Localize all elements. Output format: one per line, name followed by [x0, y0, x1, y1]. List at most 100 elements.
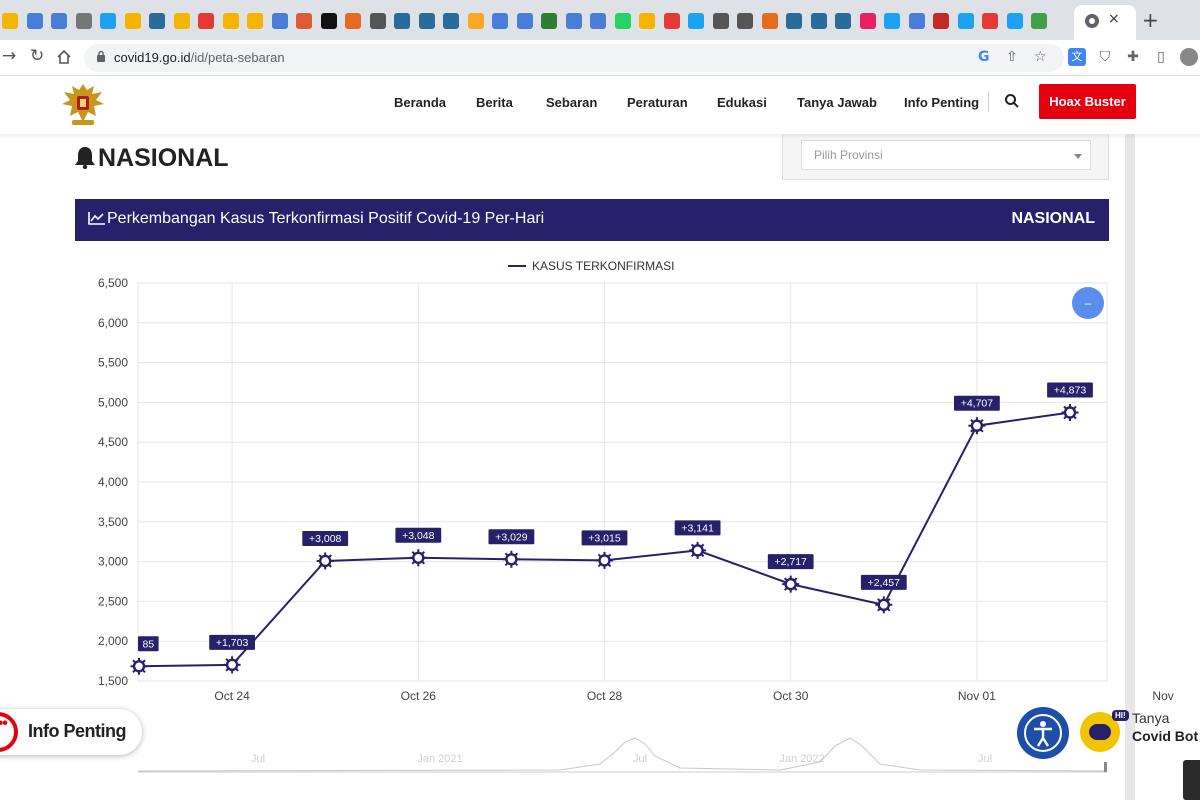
extensions-puzzle-icon[interactable]: ✚ — [1124, 48, 1142, 66]
covid-bot-widget[interactable]: HI! Tanya Covid Bot — [1080, 706, 1200, 760]
tab-favicon-icon[interactable] — [467, 13, 484, 29]
profile-avatar[interactable] — [1180, 48, 1198, 66]
info-dots-icon: ••• — [0, 715, 8, 732]
y-tick-label: 2,000 — [98, 634, 128, 648]
tab-favicon-icon[interactable] — [516, 13, 533, 29]
data-label: +4,707 — [961, 398, 994, 410]
tab-favicon-icon[interactable] — [418, 13, 435, 29]
tab-favicon-icon[interactable] — [957, 13, 974, 29]
side-panel-icon[interactable]: ▯ — [1152, 48, 1170, 66]
tab-favicon-icon[interactable] — [198, 13, 214, 29]
tab-favicon-icon[interactable] — [614, 13, 631, 29]
nav-peraturan[interactable]: Peraturan — [627, 95, 688, 110]
forward-icon[interactable]: → — [2, 46, 16, 66]
tab-favicon-icon[interactable] — [124, 13, 141, 29]
tab-favicon-icon[interactable] — [394, 13, 410, 29]
tab-favicon-icon[interactable] — [296, 13, 312, 29]
tab-favicon-icon[interactable] — [859, 13, 876, 29]
bookmark-star-icon[interactable]: ☆ — [1034, 49, 1047, 65]
tab-favicon-icon[interactable] — [541, 13, 557, 29]
tab-favicon-icon[interactable] — [590, 13, 606, 29]
tab-favicon-icon[interactable] — [884, 13, 900, 29]
x-tick-label: Oct 24 — [214, 689, 250, 703]
tab-favicon-icon[interactable] — [492, 13, 508, 29]
virus-marker-icon[interactable] — [596, 551, 613, 569]
google-lens-icon[interactable]: G — [978, 49, 990, 65]
virus-marker-icon[interactable] — [968, 417, 986, 435]
tab-favicon-icon[interactable] — [565, 13, 582, 29]
tab-favicon-icon[interactable] — [2, 13, 18, 29]
legend-label: KASUS TERKONFIRMASI — [532, 259, 674, 273]
tab-favicon-icon[interactable] — [26, 13, 43, 29]
navigator-tick-label: Jul — [978, 753, 992, 765]
tab-favicon-icon[interactable] — [1031, 13, 1047, 29]
data-label: +3,015 — [588, 532, 621, 544]
search-icon[interactable] — [1004, 93, 1020, 109]
tab-favicon-icon[interactable] — [688, 13, 704, 29]
tab-favicon-icon[interactable] — [51, 13, 67, 29]
shield-extension-icon[interactable]: ⛉ — [1096, 48, 1114, 66]
accessibility-icon[interactable] — [1016, 706, 1070, 760]
nav-info-penting[interactable]: Info Penting — [904, 95, 979, 110]
tab-favicon-icon[interactable] — [639, 13, 655, 29]
data-label: +3,029 — [495, 531, 528, 543]
new-tab-button[interactable]: + — [1142, 8, 1159, 32]
active-tab[interactable] — [1074, 5, 1136, 40]
y-tick-label: 5,000 — [98, 395, 128, 409]
daily-cases-chart: 6,500 6,000 5,500 5,000 4,500 4,000 3,500 3,000… — [98, 259, 1174, 773]
x-tick-label: Oct 28 — [587, 689, 623, 703]
virus-marker-icon[interactable] — [316, 552, 334, 570]
tab-favicon-icon[interactable] — [443, 13, 459, 29]
info-penting-widget[interactable]: ••• Info Penting — [0, 709, 142, 755]
virus-marker-icon[interactable] — [1061, 404, 1079, 422]
navigator-series — [137, 737, 1107, 772]
hoax-buster-button[interactable]: Hoax Buster — [1039, 84, 1136, 119]
home-icon[interactable] — [56, 49, 72, 65]
virus-marker-icon[interactable] — [875, 596, 893, 614]
tab-favicon-icon[interactable] — [100, 13, 116, 29]
data-label: +3,008 — [309, 533, 342, 545]
tab-favicon-icon[interactable] — [369, 13, 386, 29]
tab-favicon-icon[interactable] — [149, 13, 165, 29]
tab-favicon-icon[interactable] — [663, 13, 680, 29]
nav-sebaran[interactable]: Sebaran — [546, 95, 597, 110]
data-label: +2,717 — [774, 556, 807, 568]
garuda-logo[interactable] — [58, 78, 108, 128]
y-tick-label: 6,500 — [98, 276, 128, 290]
y-tick-label: 3,500 — [98, 515, 128, 529]
nav-tanya-jawab[interactable]: Tanya Jawab — [797, 95, 877, 110]
tab-favicon-icon[interactable] — [320, 13, 337, 29]
share-icon[interactable]: ⇧ — [1006, 49, 1018, 65]
nav-beranda[interactable]: Beranda — [394, 95, 446, 110]
nav-edukasi[interactable]: Edukasi — [717, 95, 767, 110]
tab-favicon-icon[interactable] — [271, 13, 288, 29]
tab-favicon-icon[interactable] — [761, 13, 778, 29]
tab-favicon-icon[interactable] — [810, 13, 827, 29]
tab-favicon-icon[interactable] — [173, 13, 190, 29]
tab-favicon-icon[interactable] — [786, 13, 802, 29]
tab-favicon-icon[interactable] — [247, 13, 263, 29]
tab-favicon-icon[interactable] — [345, 13, 361, 29]
translate-extension-icon[interactable]: 文 — [1068, 48, 1086, 66]
virus-marker-icon[interactable] — [130, 657, 148, 675]
nav-berita[interactable]: Berita — [476, 95, 513, 110]
tab-close-icon[interactable]: × — [1108, 11, 1120, 27]
tab-favicon-icon[interactable] — [982, 13, 998, 29]
virus-marker-icon[interactable] — [223, 656, 241, 674]
address-bar[interactable]: covid19.go.id/id/peta-sebaran G ⇧ ☆ — [84, 44, 1064, 72]
tab-favicon-icon[interactable] — [908, 13, 925, 29]
tab-favicon-icon[interactable] — [75, 13, 92, 29]
nav-divider — [988, 92, 989, 112]
tab-favicon-icon[interactable] — [835, 13, 851, 29]
tab-favicon-icon[interactable] — [933, 13, 949, 29]
side-drawer-tab[interactable] — [1183, 760, 1200, 800]
tab-favicon-icon[interactable] — [222, 13, 239, 29]
tab-favicon-icon[interactable] — [712, 13, 729, 29]
virus-marker-icon[interactable] — [409, 549, 427, 567]
virus-marker-icon[interactable] — [782, 575, 800, 593]
virus-marker-icon[interactable] — [689, 541, 707, 559]
tab-favicon-icon[interactable] — [1006, 13, 1023, 29]
virus-marker-icon[interactable] — [502, 550, 520, 568]
tab-favicon-icon[interactable] — [737, 13, 753, 29]
reload-icon[interactable]: ↻ — [30, 46, 44, 66]
